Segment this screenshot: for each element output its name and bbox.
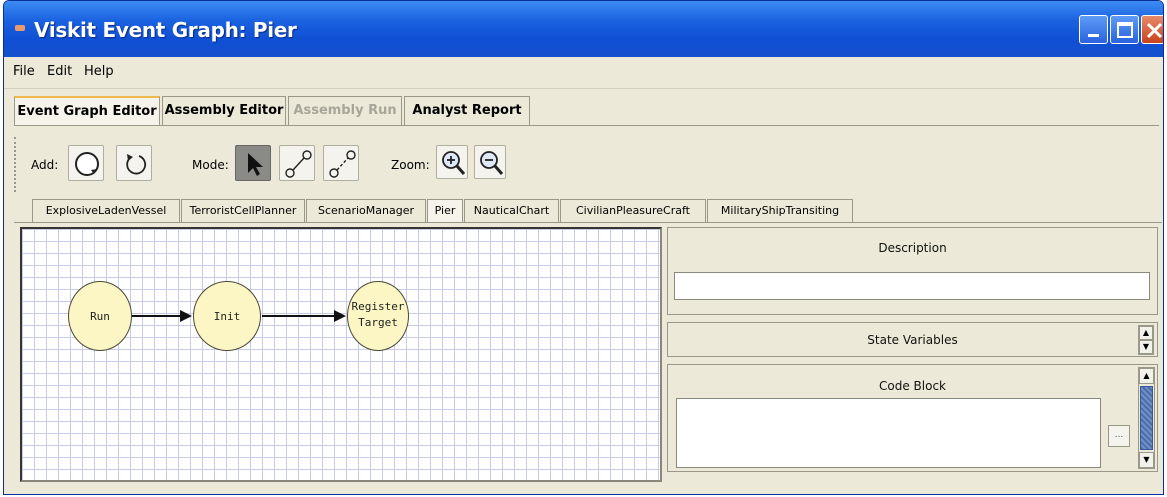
toolbar-grip[interactable]: [14, 137, 18, 192]
node-label: Run: [90, 310, 110, 323]
edge-arrowhead-icon: [180, 310, 192, 322]
code-block-field[interactable]: [676, 398, 1101, 468]
state-variables-title: State Variables: [867, 333, 958, 347]
cancelling-edge-mode-button[interactable]: [323, 145, 359, 181]
edge-arrowhead-icon: [334, 310, 346, 322]
select-mode-arrow-icon: [248, 153, 263, 176]
zoom-label: Zoom:: [391, 158, 430, 172]
add-self-reference-edge-icon: [126, 154, 147, 175]
tab-military-ship-transiting[interactable]: MilitaryShipTransiting: [707, 199, 853, 223]
app-window: Viskit Event Graph: Pier File Edit Help …: [3, 0, 1164, 495]
tab-pier[interactable]: Pier: [427, 199, 463, 223]
tab-analyst-report[interactable]: Analyst Report: [404, 96, 530, 126]
state-variables-scrollbar[interactable]: ▲ ▼: [1138, 325, 1154, 355]
scroll-thumb[interactable]: [1140, 386, 1153, 450]
tab-civilian-pleasure-craft[interactable]: CivilianPleasureCraft: [560, 199, 706, 223]
event-node-run[interactable]: Run: [68, 281, 132, 351]
tab-nautical-chart[interactable]: NauticalChart: [464, 199, 559, 223]
tab-terrorist-cell-planner[interactable]: TerroristCellPlanner: [181, 199, 305, 223]
tab-assembly-editor[interactable]: Assembly Editor: [162, 96, 286, 126]
description-section: Description: [667, 227, 1158, 315]
tab-scenario-manager[interactable]: ScenarioManager: [306, 199, 426, 223]
scheduling-edge-mode-button[interactable]: [279, 145, 315, 181]
scroll-up-icon[interactable]: ▲: [1139, 368, 1154, 384]
menu-help[interactable]: Help: [84, 64, 114, 79]
close-icon: [1146, 22, 1163, 39]
menu-edit[interactable]: Edit: [47, 64, 72, 79]
cancelling-edge-mode-icon: [329, 150, 356, 178]
main-tab-divider: [14, 125, 1159, 126]
main-tab-bar: Event Graph Editor Assembly Editor Assem…: [14, 96, 1154, 126]
scroll-up-icon[interactable]: ▲: [1139, 326, 1153, 340]
node-label: Init: [213, 310, 241, 323]
code-block-scrollbar[interactable]: ▲ ▼: [1138, 367, 1155, 469]
tab-assembly-run: Assembly Run: [288, 96, 402, 126]
properties-panel: Description State Variables ▲ ▼ Code Blo…: [665, 227, 1160, 482]
close-button[interactable]: [1141, 15, 1163, 44]
zoom-in-icon: [442, 151, 466, 175]
event-node-init[interactable]: Init: [193, 281, 261, 351]
window-title: Viskit Event Graph: Pier: [34, 18, 297, 42]
menu-bar: File Edit Help: [4, 57, 1163, 89]
description-title: Description: [878, 241, 947, 255]
scroll-down-icon[interactable]: ▼: [1139, 452, 1154, 468]
node-label-line2: Target: [358, 316, 398, 329]
viskit-app-icon: [15, 25, 25, 31]
minimize-button[interactable]: [1079, 15, 1108, 44]
event-graph-tab-divider: [14, 222, 1162, 223]
edge-layer: [132, 310, 346, 322]
scroll-down-icon[interactable]: ▼: [1139, 340, 1153, 354]
event-graph-tab-bar: ExplosiveLadenVessel TerroristCellPlanne…: [32, 199, 1157, 223]
scheduling-edge-mode-icon: [285, 150, 312, 178]
tab-event-graph-editor[interactable]: Event Graph Editor: [14, 96, 160, 126]
title-bar[interactable]: Viskit Event Graph: Pier: [4, 1, 1163, 57]
toolbar: Add: Mode: Zoom:: [14, 129, 1159, 199]
event-graph-canvas[interactable]: Run Init Register Target: [20, 227, 662, 482]
maximize-icon: [1117, 22, 1133, 38]
code-block-edit-button[interactable]: ...: [1108, 425, 1130, 447]
add-label: Add:: [31, 158, 59, 172]
code-block-section: Code Block ... ▲ ▼: [667, 364, 1158, 472]
tab-explosive-laden-vessel[interactable]: ExplosiveLadenVessel: [32, 199, 180, 223]
zoom-out-icon: [480, 151, 504, 175]
add-event-node-button[interactable]: [68, 145, 104, 181]
select-mode-button[interactable]: [235, 145, 271, 181]
event-node-register-target[interactable]: Register Target: [347, 281, 409, 351]
menu-file[interactable]: File: [13, 64, 35, 79]
maximize-button[interactable]: [1110, 15, 1139, 44]
add-self-reference-edge-button[interactable]: [116, 145, 152, 181]
node-label-line1: Register: [351, 300, 405, 313]
zoom-out-button[interactable]: [474, 145, 506, 179]
code-block-title: Code Block: [879, 379, 946, 393]
minimize-icon: [1088, 34, 1099, 37]
zoom-in-button[interactable]: [436, 145, 468, 179]
mode-label: Mode:: [192, 158, 229, 172]
state-variables-section: State Variables ▲ ▼: [667, 322, 1158, 357]
description-field[interactable]: [674, 272, 1150, 300]
add-event-node-icon: [75, 152, 99, 176]
